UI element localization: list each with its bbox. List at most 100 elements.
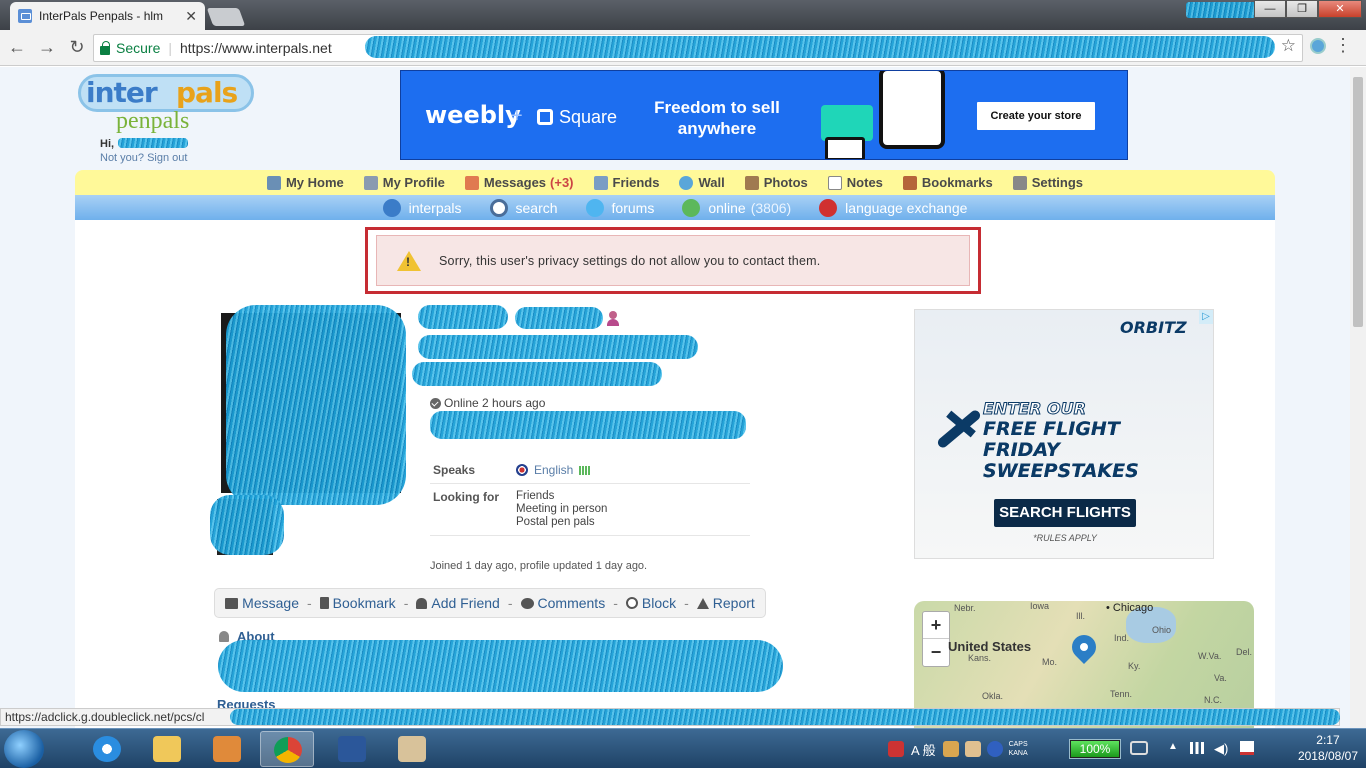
show-hidden-icons[interactable]: ▲ xyxy=(1168,741,1178,752)
adchoices-icon[interactable]: ▷ xyxy=(1199,310,1213,324)
sign-out-link[interactable]: Not you? Sign out xyxy=(100,152,187,164)
redacted-account xyxy=(1186,2,1256,18)
network-icon[interactable] xyxy=(1190,742,1204,754)
search-flights-button[interactable]: SEARCH FLIGHTS xyxy=(994,499,1136,527)
minimize-button[interactable]: — xyxy=(1254,0,1286,18)
orbitz-ad[interactable]: ORBITZ ▷ ENTER OUR FREE FLIGHT FRIDAY SW… xyxy=(914,309,1214,559)
redacted-age xyxy=(515,307,603,329)
tab-title: InterPals Penpals - hlm xyxy=(39,9,164,23)
orbitz-logo: ORBITZ xyxy=(1120,318,1187,337)
add-friend-icon xyxy=(416,597,428,609)
back-button[interactable]: ← xyxy=(4,37,30,58)
redacted-username xyxy=(418,305,508,329)
create-store-button[interactable]: Create your store xyxy=(977,102,1095,130)
ime-tool-icon[interactable] xyxy=(942,741,959,757)
taskbar-chrome[interactable] xyxy=(260,731,314,767)
system-tray: A 般 CAPS KANA xyxy=(885,729,1028,769)
list-item: Friends xyxy=(516,490,555,502)
comments-button[interactable]: Comments xyxy=(520,595,605,611)
help-icon[interactable] xyxy=(986,741,1003,757)
add-friend-button[interactable]: Add Friend xyxy=(416,595,500,611)
nav-photos[interactable]: Photos xyxy=(744,175,808,190)
profile-actions: Message - Bookmark - Add Friend - Commen… xyxy=(214,588,766,618)
new-tab-button[interactable] xyxy=(206,8,246,26)
check-circle-icon xyxy=(430,397,441,409)
nav-wall[interactable]: Wall xyxy=(679,175,725,190)
envelope-icon xyxy=(225,597,239,609)
zoom-out-button[interactable]: − xyxy=(923,639,949,666)
nav-settings[interactable]: Settings xyxy=(1012,175,1083,190)
bookmark-button[interactable]: Bookmark xyxy=(319,595,396,611)
airplane-icon xyxy=(929,402,983,456)
chrome-menu-icon[interactable]: ⋮ xyxy=(1334,36,1352,54)
fluency-bars-icon xyxy=(579,465,591,475)
nav-forums[interactable]: forums xyxy=(585,198,654,217)
zoom-in-button[interactable]: + xyxy=(923,612,949,639)
scrollbar-thumb[interactable] xyxy=(1353,77,1363,327)
close-tab-icon[interactable]: ✕ xyxy=(185,8,197,25)
power-plug-icon[interactable] xyxy=(1130,741,1148,755)
rules-apply-text: *RULES APPLY xyxy=(1033,533,1097,543)
ime-dict-icon[interactable] xyxy=(964,741,981,757)
taskbar-media[interactable] xyxy=(200,731,254,767)
forums-icon xyxy=(585,198,604,217)
nav-my-profile[interactable]: My Profile xyxy=(363,175,445,190)
taskbar-explorer[interactable] xyxy=(140,731,194,767)
nav-interpals[interactable]: interpals xyxy=(382,198,462,217)
internet-explorer-icon xyxy=(93,736,121,762)
user-icon xyxy=(219,631,229,642)
flags-icon xyxy=(819,198,838,217)
taskbar-word[interactable] xyxy=(325,731,379,767)
forward-button[interactable]: → xyxy=(34,37,60,58)
friends-icon xyxy=(593,175,608,190)
message-button[interactable]: Message xyxy=(225,595,299,611)
battery-indicator[interactable]: 100% xyxy=(1069,739,1121,759)
page-scrollbar[interactable] xyxy=(1350,67,1366,728)
weebly-ad-banner[interactable]: weebly + Square Freedom to sell anywhere… xyxy=(400,70,1128,160)
language-link[interactable]: English xyxy=(534,463,573,477)
speaks-row: Speaks English xyxy=(430,457,750,484)
report-button[interactable]: Report xyxy=(696,595,755,611)
taskbar-ie[interactable] xyxy=(80,731,134,767)
bookmark-star-icon[interactable]: ☆ xyxy=(1281,36,1296,56)
ime-indicator[interactable]: A 般 xyxy=(911,740,936,759)
clock[interactable]: 2:17 2018/08/07 xyxy=(1298,732,1358,764)
search-icon xyxy=(489,198,508,217)
maximize-button[interactable]: ❐ xyxy=(1286,0,1318,18)
page-viewport: inter pals penpals Hi, Not you? Sign out… xyxy=(0,67,1350,728)
online-status: Online 2 hours ago xyxy=(430,396,545,410)
nav-notes[interactable]: Notes xyxy=(827,175,883,190)
nav-search[interactable]: search xyxy=(489,198,558,217)
nav-bookmarks[interactable]: Bookmarks xyxy=(902,175,993,190)
extension-icon[interactable] xyxy=(1310,38,1326,54)
bookmark-icon xyxy=(319,597,329,609)
nav-messages[interactable]: Messages (+3) xyxy=(464,175,574,190)
interpals-logo[interactable]: inter pals penpals xyxy=(78,72,258,134)
app-tray-icon[interactable] xyxy=(888,741,904,757)
nav-language-exchange[interactable]: language exchange xyxy=(819,198,967,217)
clock-time: 2:17 xyxy=(1316,733,1340,747)
online-icon xyxy=(682,198,701,217)
nav-online[interactable]: online (3806) xyxy=(682,198,791,217)
primary-nav: My Home My Profile Messages (+3) Friends … xyxy=(75,170,1275,195)
globe-icon xyxy=(382,198,401,217)
volume-icon[interactable]: ◀) xyxy=(1214,741,1228,757)
secure-label: Secure xyxy=(116,40,161,56)
start-button[interactable] xyxy=(4,730,44,768)
close-window-button[interactable]: ✕ xyxy=(1318,0,1362,18)
reload-button[interactable]: ↻ xyxy=(64,37,90,58)
map-pin-icon[interactable] xyxy=(1067,630,1101,664)
warning-icon xyxy=(397,250,421,271)
photos-icon xyxy=(744,175,759,190)
taskbar-paint[interactable] xyxy=(385,731,439,767)
action-center-icon[interactable] xyxy=(1240,741,1254,755)
nav-friends[interactable]: Friends xyxy=(593,175,659,190)
square-logo-icon xyxy=(537,109,553,125)
nav-my-home[interactable]: My Home xyxy=(266,175,344,190)
block-button[interactable]: Block xyxy=(625,595,676,611)
browser-tab[interactable]: InterPals Penpals - hlm ✕ xyxy=(10,2,205,30)
windows-taskbar: A 般 CAPS KANA 100% ▲ ◀) 2:17 2018/08/07 xyxy=(0,728,1366,768)
bookmarks-icon xyxy=(902,175,917,190)
terminal-image xyxy=(825,137,865,159)
word-icon xyxy=(338,736,366,762)
